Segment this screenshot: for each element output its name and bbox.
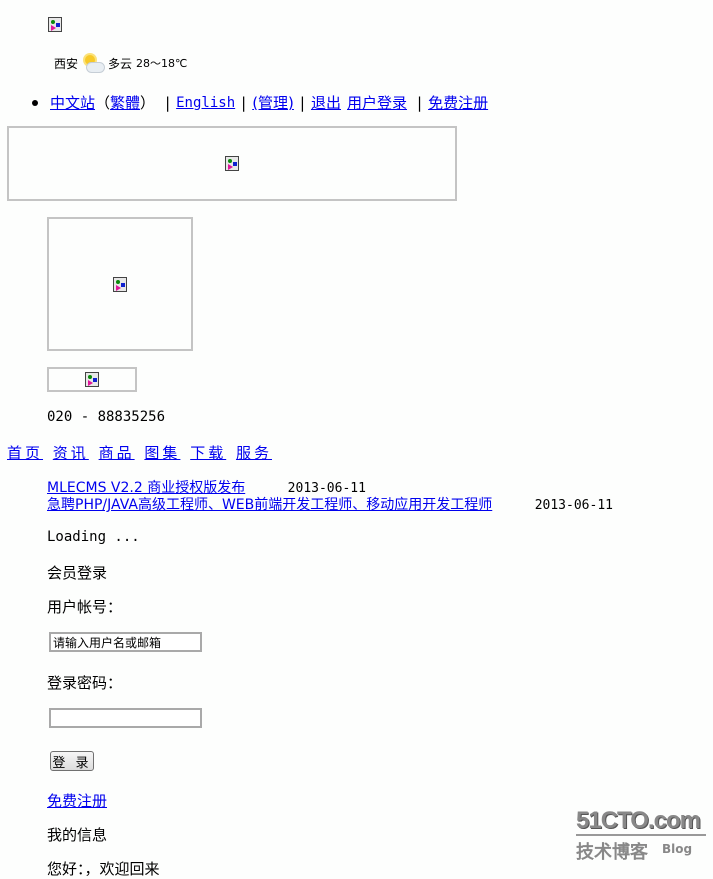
separator: |	[417, 93, 423, 112]
weather-city: 西安	[54, 56, 79, 71]
menu-item-downloads[interactable]: 下载	[190, 444, 226, 462]
logo-image-broken-icon	[48, 17, 62, 32]
register-link-bottom[interactable]: 免费注册	[47, 790, 107, 811]
main-menu: 首页 资讯 商品 图集 下载 服务	[7, 442, 277, 463]
top-nav: 中文站 （ 繁體 ） | English | (管理) | 退出 用户登录 | …	[32, 92, 488, 113]
password-label: 登录密码：	[47, 674, 123, 692]
separator: |	[299, 93, 305, 112]
banner-image	[7, 126, 457, 201]
login-submit-button[interactable]: 登 录	[50, 751, 94, 771]
phone-number: 020 - 88835256	[47, 409, 166, 425]
news-date: 2013-06-11	[534, 498, 613, 513]
weather-temperature: 28～18℃	[136, 57, 188, 70]
weather-widget: 西安 多云 28～18℃	[54, 54, 188, 73]
broken-image-icon	[85, 372, 99, 387]
username-label: 用户帐号：	[47, 598, 123, 616]
weather-condition: 多云	[108, 56, 133, 71]
broken-image-icon	[113, 276, 127, 292]
menu-item-products[interactable]: 商品	[99, 444, 135, 462]
traditional-chinese-link[interactable]: 繁體	[110, 92, 140, 113]
menu-item-home[interactable]: 首页	[7, 444, 43, 462]
admin-link[interactable]: (管理)	[252, 92, 294, 113]
watermark-subtitle: 技术博客	[576, 842, 648, 863]
news-item: 急聘PHP/JAVA高级工程师、WEB前端开发工程师、移动应用开发工程师 201…	[47, 494, 613, 513]
watermark-logo: 51CTO.com 技术博客 Blog	[576, 808, 706, 864]
menu-item-gallery[interactable]: 图集	[144, 444, 180, 462]
small-image	[47, 367, 137, 392]
news-title-link[interactable]: 急聘PHP/JAVA高级工程师、WEB前端开发工程师、移动应用开发工程师	[47, 497, 492, 513]
username-input[interactable]	[49, 632, 202, 652]
menu-item-services[interactable]: 服务	[236, 444, 272, 462]
register-link[interactable]: 免费注册	[428, 92, 488, 113]
separator: |	[241, 93, 247, 112]
list-bullet	[32, 99, 38, 106]
logout-link[interactable]: 退出	[311, 92, 341, 113]
watermark-site: 51CTO.com	[576, 808, 706, 836]
password-input[interactable]	[49, 708, 202, 728]
news-item: MLECMS V2.2 商业授权版发布 2013-06-11	[47, 477, 613, 496]
login-title: 会员登录	[47, 564, 108, 582]
separator: |	[165, 93, 171, 112]
my-info-title: 我的信息	[47, 826, 108, 844]
paren-open: （	[95, 94, 111, 112]
partly-cloudy-icon	[82, 54, 106, 73]
broken-image-icon	[225, 156, 239, 171]
watermark-blog: Blog	[662, 842, 693, 856]
english-site-link[interactable]: English	[176, 95, 235, 111]
user-login-link[interactable]: 用户登录	[347, 92, 407, 113]
menu-item-news[interactable]: 资讯	[53, 444, 89, 462]
side-image	[47, 217, 193, 351]
news-list: MLECMS V2.2 商业授权版发布 2013-06-11 急聘PHP/JAV…	[47, 477, 613, 513]
paren-close: ）	[140, 94, 156, 112]
loading-text: Loading ...	[47, 529, 140, 545]
chinese-site-link[interactable]: 中文站	[50, 92, 95, 113]
